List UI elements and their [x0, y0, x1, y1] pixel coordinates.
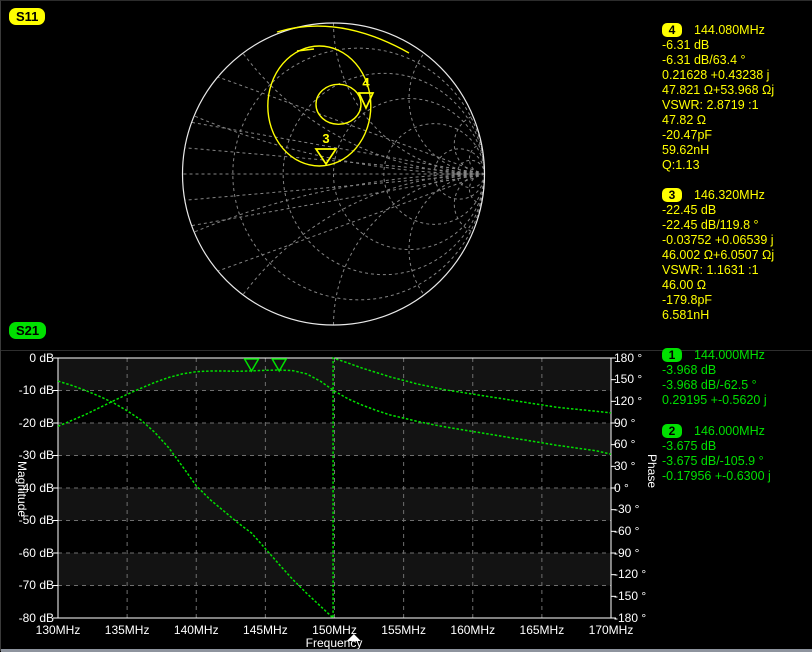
marker-readout-line: VSWR: 1.1631 :1 — [662, 263, 774, 278]
marker-readout-header: 3 146.320MHz — [662, 187, 774, 203]
phase-tick-label: -60 ° — [614, 524, 639, 538]
magnitude-tick-label: -20 dB — [4, 416, 54, 430]
marker-readout-line: -3.675 dB/-105.9 ° — [662, 454, 771, 469]
marker-readout-header: 4 144.080MHz — [662, 22, 774, 38]
marker-triangle-icon — [316, 149, 336, 164]
marker-badge: 2 — [662, 424, 682, 438]
marker-readout-line: -179.8pF — [662, 293, 774, 308]
marker-readout-line: -22.45 dB — [662, 203, 774, 218]
phase-tick-label: 150 ° — [614, 372, 642, 386]
marker-frequency: 146.320MHz — [694, 188, 765, 203]
marker-readout-line: -20.47pF — [662, 128, 774, 143]
marker-badge: 1 — [662, 348, 682, 362]
marker-number-label: 4 — [362, 75, 370, 90]
magnitude-tick-label: -10 dB — [4, 383, 54, 397]
vna-app-window: S11 34 S21 Magnitude Phase Frequency 0 d… — [0, 0, 812, 651]
marker-readout-line: -0.17956 +-0.6300 j — [662, 469, 771, 484]
marker-readout-line: 0.21628 +0.43238 j — [662, 68, 774, 83]
marker-readout-header: 2 146.000MHz — [662, 423, 771, 439]
marker-readout-line: -6.31 dB/63.4 ° — [662, 53, 774, 68]
frequency-tick-label: 145MHz — [233, 623, 297, 637]
phase-tick-label: -150 ° — [614, 589, 646, 603]
s21-trace-badge[interactable]: S21 — [9, 322, 46, 339]
marker-readout-block: 1 144.000MHz-3.968 dB-3.968 dB/-62.5 °0.2… — [662, 347, 767, 408]
magnitude-tick-label: -50 dB — [4, 513, 54, 527]
marker-readout-block: 3 146.320MHz-22.45 dB-22.45 dB/119.8 °-0.… — [662, 187, 774, 323]
marker-readout-line: -6.31 dB — [662, 38, 774, 53]
phase-tick-label: 0 ° — [614, 481, 629, 495]
marker-readout-line: 0.29195 +-0.5620 j — [662, 393, 767, 408]
phase-tick-label: 30 ° — [614, 459, 635, 473]
frequency-tick-label: 130MHz — [26, 623, 90, 637]
marker-readout-line: 46.00 Ω — [662, 278, 774, 293]
marker-badge: 4 — [662, 23, 682, 37]
marker-readout-header: 1 144.000MHz — [662, 347, 767, 363]
s11-trace-badge[interactable]: S11 — [9, 8, 45, 25]
magnitude-tick-label: -60 dB — [4, 546, 54, 560]
marker-badge: 3 — [662, 188, 682, 202]
phase-tick-label: -120 ° — [614, 567, 646, 581]
frequency-tick-label: 135MHz — [95, 623, 159, 637]
magnitude-tick-label: 0 dB — [4, 351, 54, 365]
marker-readout-line: 47.82 Ω — [662, 113, 774, 128]
marker-readout-line: 59.62nH — [662, 143, 774, 158]
phase-tick-label: 120 ° — [614, 394, 642, 408]
frequency-tick-label: 160MHz — [441, 623, 505, 637]
marker-readout-line: 47.821 Ω+53.968 Ωj — [662, 83, 774, 98]
marker-readout-line: VSWR: 2.8719 :1 — [662, 98, 774, 113]
marker-readout-line: -22.45 dB/119.8 ° — [662, 218, 774, 233]
frequency-tick-label: 155MHz — [372, 623, 436, 637]
frequency-tick-label: 170MHz — [579, 623, 643, 637]
phase-tick-label: 180 ° — [614, 351, 642, 365]
marker-frequency: 146.000MHz — [694, 424, 765, 439]
phase-tick-label: -30 ° — [614, 502, 639, 516]
marker-readout-line: -3.968 dB — [662, 363, 767, 378]
marker-frequency: 144.080MHz — [694, 23, 765, 38]
marker-frequency: 144.000MHz — [694, 348, 765, 363]
magnitude-tick-label: -40 dB — [4, 481, 54, 495]
phase-tick-label: -90 ° — [614, 546, 639, 560]
magnitude-tick-label: -30 dB — [4, 448, 54, 462]
frequency-tick-label: 165MHz — [510, 623, 574, 637]
frequency-axis-title: Frequency — [284, 636, 384, 650]
marker-readout-block: 4 144.080MHz-6.31 dB-6.31 dB/63.4 °0.2162… — [662, 22, 774, 173]
phase-tick-label: 90 ° — [614, 416, 635, 430]
marker-readout-line: -3.968 dB/-62.5 ° — [662, 378, 767, 393]
smith-grid — [183, 23, 485, 325]
phase-axis-label: Phase — [645, 421, 659, 521]
marker-readout-line: Q:1.13 — [662, 158, 774, 173]
marker-readout-line: 46.002 Ω+6.0507 Ωj — [662, 248, 774, 263]
magnitude-tick-label: -70 dB — [4, 578, 54, 592]
marker-readout-block: 2 146.000MHz-3.675 dB-3.675 dB/-105.9 °-0… — [662, 423, 771, 484]
marker-readout-line: 6.581nH — [662, 308, 774, 323]
marker-number-label: 3 — [322, 131, 329, 146]
frequency-tick-label: 150MHz — [303, 623, 367, 637]
s11-trace — [268, 26, 409, 166]
marker-readout-line: -0.03752 +0.06539 j — [662, 233, 774, 248]
s21-chart[interactable] — [58, 358, 611, 618]
phase-tick-label: 60 ° — [614, 437, 635, 451]
frequency-tick-label: 140MHz — [164, 623, 228, 637]
marker-readout-line: -3.675 dB — [662, 439, 771, 454]
smith-chart[interactable]: 34 — [181, 21, 487, 327]
